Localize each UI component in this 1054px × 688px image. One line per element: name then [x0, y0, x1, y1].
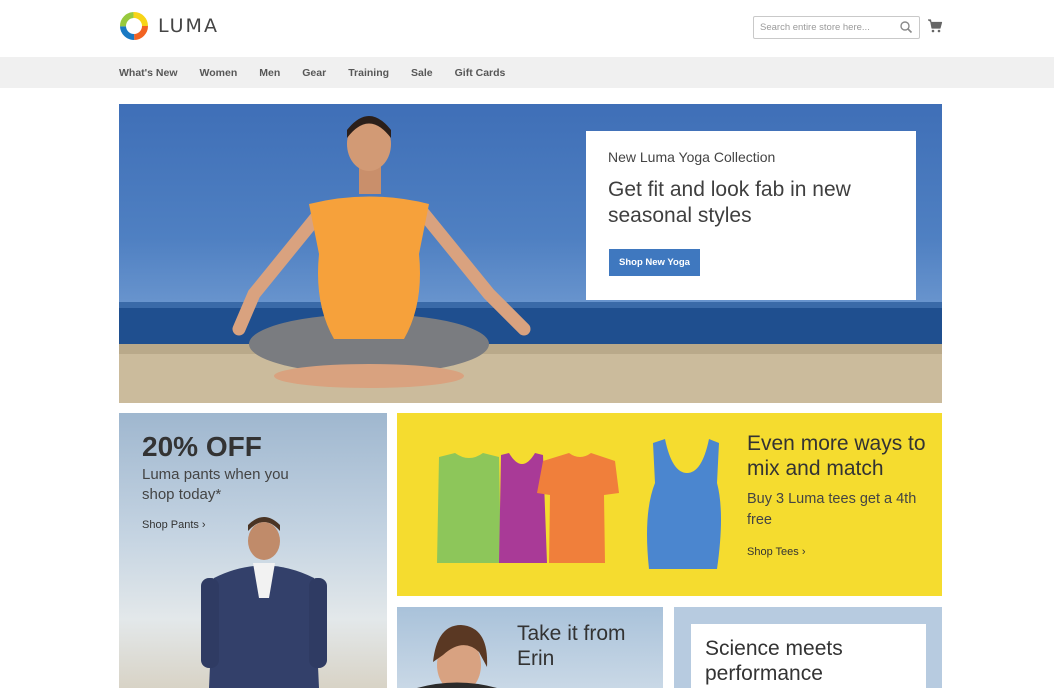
erin-promo-title: Take it from Erin [517, 622, 626, 670]
tees-promo-title: Even more ways to mix and match [747, 432, 926, 480]
pants-promo-subtitle: Luma pants when you shop today* [142, 466, 289, 503]
logo-text: LUMA [158, 15, 219, 37]
promo-tees-block[interactable]: Even more ways to mix and match Buy 3 Lu… [397, 413, 942, 596]
search-input[interactable] [753, 16, 920, 39]
promo-erin-block[interactable]: Take it from Erin [397, 607, 663, 688]
luma-logo-icon [120, 12, 148, 40]
tees-promo-subtitle: Buy 3 Luma tees get a 4th free [747, 491, 917, 528]
hero-kicker: New Luma Yoga Collection [608, 149, 776, 165]
luma-logo[interactable]: LUMA [119, 10, 219, 42]
science-text-panel: Science meets performance [691, 624, 926, 688]
nav-item-men[interactable]: Men [259, 67, 280, 79]
search-icon[interactable] [899, 20, 913, 34]
nav-item-women[interactable]: Women [200, 67, 238, 79]
promo-pants-block[interactable]: 20% OFF Luma pants when you shop today* … [119, 413, 387, 688]
hero-title: Get fit and look fab in new seasonal sty… [608, 178, 851, 227]
nav-item-whats-new[interactable]: What's New [119, 67, 178, 79]
nav-item-training[interactable]: Training [348, 67, 389, 79]
hero-banner[interactable]: New Luma Yoga Collection Get fit and loo… [119, 104, 942, 403]
science-promo-title: Science meets performance [705, 637, 843, 685]
shop-pants-link[interactable]: Shop Pants › [142, 519, 206, 531]
nav-item-sale[interactable]: Sale [411, 67, 433, 79]
pants-promo-title: 20% OFF [142, 431, 262, 462]
nav-item-gift-cards[interactable]: Gift Cards [455, 67, 506, 79]
shop-new-yoga-button[interactable]: Shop New Yoga [609, 249, 700, 276]
site-header: LUMA [0, 0, 1054, 57]
nav-item-gear[interactable]: Gear [302, 67, 326, 79]
hero-text-panel: New Luma Yoga Collection Get fit and loo… [586, 131, 916, 300]
main-navigation: What's New Women Men Gear Training Sale … [0, 57, 1054, 88]
cart-icon[interactable] [927, 18, 943, 34]
shop-tees-link[interactable]: Shop Tees › [747, 546, 806, 558]
promo-science-block[interactable]: Science meets performance [674, 607, 942, 688]
